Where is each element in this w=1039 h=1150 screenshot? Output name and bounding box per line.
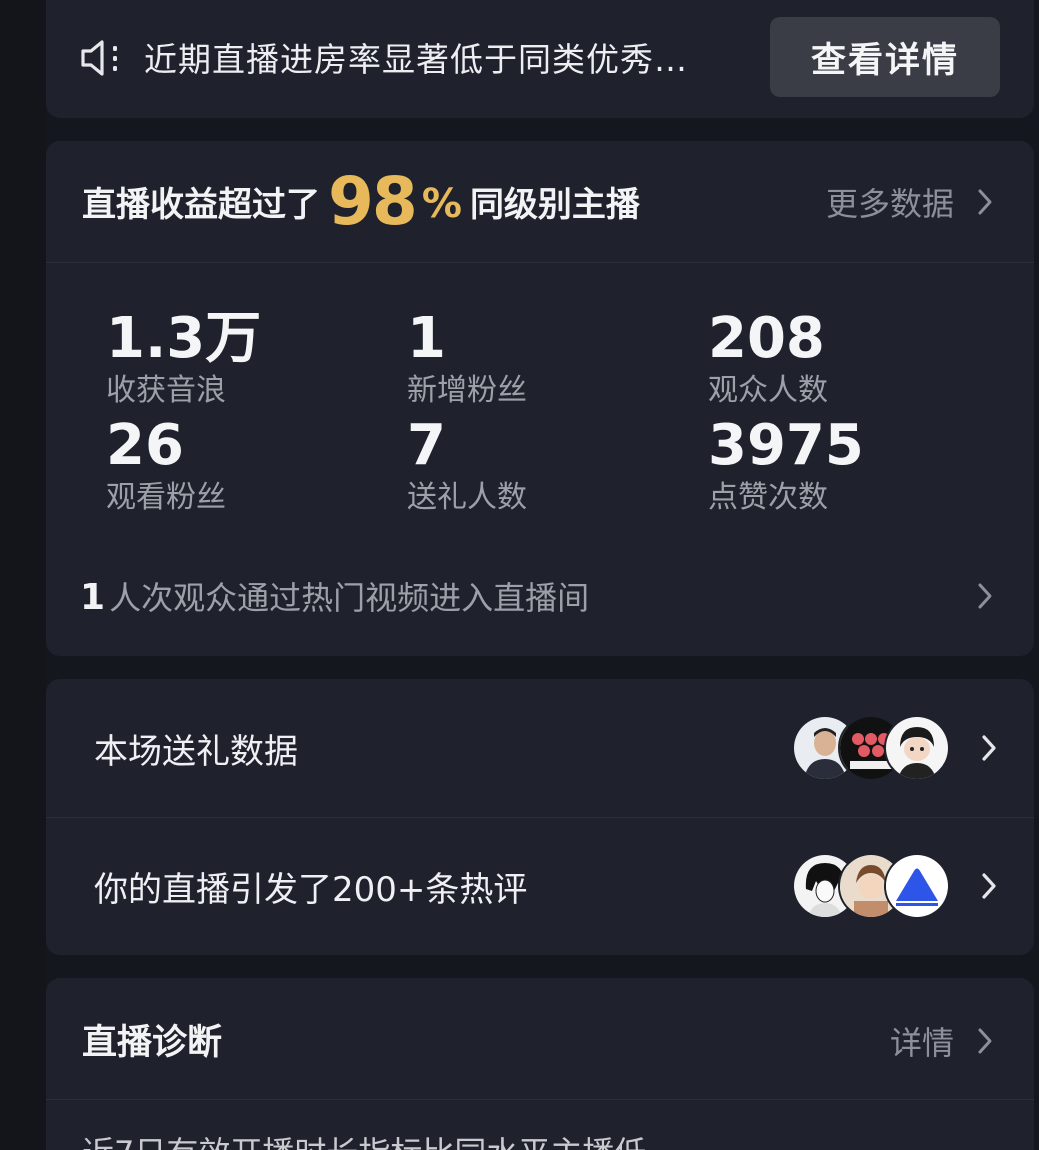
- notice-text: 近期直播进房率显著低于同类优秀…: [144, 40, 688, 79]
- stat-value: 7: [407, 413, 446, 478]
- revenue-headline: 直播收益超过了 98 % 同级别主播: [82, 161, 640, 241]
- hot-comments-row[interactable]: 你的直播引发了200+条热评: [46, 817, 1034, 955]
- stat-label: 收获音浪: [106, 373, 226, 408]
- stat-label: 观众人数: [708, 373, 828, 408]
- stat-label: 新增粉丝: [407, 373, 527, 408]
- stat-viewers: 208 观众人数: [708, 309, 988, 411]
- chevron-right-icon: [982, 735, 996, 761]
- diagnosis-details-link[interactable]: 详情: [890, 1018, 994, 1064]
- stat-value: 208: [708, 306, 825, 371]
- stat-fans-watching: 26 观看粉丝: [106, 416, 386, 518]
- diagnosis-card: 直播诊断 详情 近7日有效开播时长指标比同水平主播低: [46, 978, 1034, 1150]
- gift-data-row[interactable]: 本场送礼数据: [46, 679, 1034, 817]
- headline-prefix: 直播收益超过了: [82, 184, 320, 225]
- more-data-link[interactable]: 更多数据: [826, 179, 994, 225]
- stat-new-fans: 1 新增粉丝: [407, 309, 687, 411]
- hot-video-entry-row[interactable]: 1 人次观众通过热门视频进入直播间: [80, 569, 994, 623]
- chevron-right-icon: [978, 189, 992, 215]
- avatar: [884, 715, 950, 781]
- stat-label: 点赞次数: [708, 480, 828, 515]
- left-margin: [0, 0, 46, 1150]
- stat-value: 1.3万: [106, 306, 262, 371]
- live-stream-report-page: 近期直播进房率显著低于同类优秀… 查看详情 直播收益超过了 98 % 同级别主播…: [0, 0, 1039, 1150]
- stat-value: 1: [407, 306, 446, 371]
- stat-label: 观看粉丝: [106, 480, 226, 515]
- diagnosis-title: 直播诊断: [82, 1023, 223, 1063]
- divider: [46, 262, 1034, 263]
- revenue-card: 直播收益超过了 98 % 同级别主播 更多数据 1.3万 收获音浪 1 新增粉丝…: [46, 141, 1034, 656]
- comments-chevron: [958, 872, 998, 900]
- gift-avatar-stack: [792, 715, 950, 781]
- stat-value: 3975: [708, 413, 864, 478]
- hot-comments-label: 你的直播引发了200+条热评: [94, 869, 528, 910]
- details-label: 详情: [889, 1024, 954, 1062]
- gift-chevron: [958, 734, 998, 762]
- stat-sound-waves: 1.3万 收获音浪: [106, 309, 386, 411]
- gift-data-label: 本场送礼数据: [94, 731, 298, 772]
- hot-video-description: 人次观众通过热门视频进入直播间: [109, 579, 590, 617]
- avatar: [884, 853, 950, 919]
- chevron-right-icon: [978, 1028, 992, 1054]
- hot-video-text: 1 人次观众通过热门视频进入直播间: [80, 573, 589, 619]
- percent-value: 98: [328, 162, 418, 240]
- headline-suffix: 同级别主播: [469, 184, 640, 225]
- notice-card: 近期直播进房率显著低于同类优秀… 查看详情: [46, 0, 1034, 118]
- divider: [46, 1099, 1034, 1100]
- comment-avatar-stack: [792, 853, 950, 919]
- chevron-right-icon: [978, 583, 992, 609]
- stat-likes: 3975 点赞次数: [708, 416, 988, 518]
- hot-video-count: 1: [80, 577, 106, 618]
- percent-sign: %: [421, 181, 462, 227]
- stat-value: 26: [106, 413, 184, 478]
- diagnosis-summary: 近7日有效开播时长指标比同水平主播低: [82, 1128, 646, 1150]
- speaker-icon: [81, 40, 117, 76]
- stat-label: 送礼人数: [407, 480, 527, 515]
- view-details-button[interactable]: 查看详情: [770, 17, 1000, 97]
- social-card: 本场送礼数据 你的直播引发了200+条热评: [46, 679, 1034, 955]
- more-data-label: 更多数据: [825, 185, 954, 223]
- chevron-right-icon: [982, 873, 996, 899]
- stat-gift-senders: 7 送礼人数: [407, 416, 687, 518]
